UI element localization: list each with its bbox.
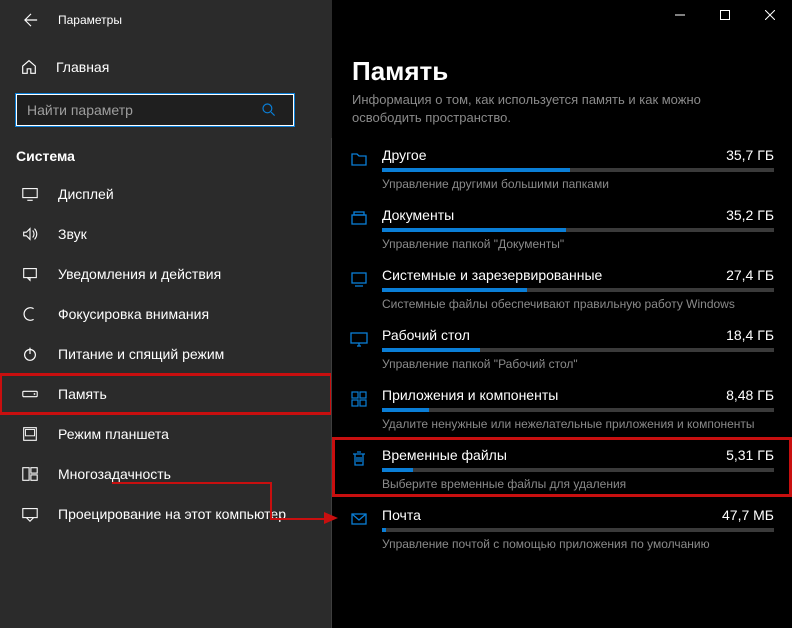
category-name: Почта — [382, 507, 421, 523]
sidebar-item-power[interactable]: Питание и спящий режим — [0, 334, 332, 374]
sidebar-item-label: Память — [58, 386, 107, 402]
focus-icon — [20, 305, 40, 323]
category-desc: Управление почтой с помощью приложения п… — [382, 537, 774, 551]
usage-bar — [382, 528, 774, 532]
back-button[interactable] — [24, 13, 44, 27]
display-icon — [20, 185, 40, 203]
sidebar-home[interactable]: Главная — [0, 50, 332, 84]
sidebar-item-projecting[interactable]: Проецирование на этот компьютер — [0, 494, 332, 534]
sidebar-item-label: Питание и спящий режим — [58, 346, 224, 362]
folder-icon — [346, 147, 372, 191]
search-icon — [261, 102, 293, 118]
category-size: 35,2 ГБ — [726, 207, 774, 223]
page-intro: Информация о том, как используется памят… — [332, 87, 792, 137]
category-name: Рабочий стол — [382, 327, 470, 343]
annotation-arrow — [270, 482, 272, 518]
documents-icon — [346, 207, 372, 251]
category-desc: Управление другими большими папками — [382, 177, 774, 191]
storage-category-desktop[interactable]: Рабочий стол 18,4 ГБ Управление папкой "Р… — [332, 317, 792, 377]
category-size: 27,4 ГБ — [726, 267, 774, 283]
sidebar-item-label: Уведомления и действия — [58, 266, 221, 282]
category-name: Временные файлы — [382, 447, 507, 463]
mail-icon — [346, 507, 372, 551]
category-name: Приложения и компоненты — [382, 387, 558, 403]
annotation-arrow — [112, 482, 272, 484]
titlebar: Параметры — [0, 0, 332, 40]
sidebar-item-label: Режим планшета — [58, 426, 169, 442]
sidebar-item-label: Дисплей — [58, 186, 114, 202]
search-input[interactable] — [17, 102, 261, 118]
category-size: 18,4 ГБ — [726, 327, 774, 343]
usage-bar — [382, 168, 774, 172]
notifications-icon — [20, 265, 40, 283]
content-pane: Память Информация о том, как используетс… — [332, 0, 792, 628]
category-desc: Выберите временные файлы для удаления — [382, 477, 774, 491]
sidebar-item-sound[interactable]: Звук — [0, 214, 332, 254]
sidebar-item-label: Многозадачность — [58, 466, 171, 482]
apps-icon — [346, 387, 372, 431]
desktop-icon — [346, 327, 372, 371]
sidebar-item-storage[interactable]: Память — [0, 374, 332, 414]
usage-bar — [382, 408, 774, 412]
storage-category-temp[interactable]: Временные файлы 5,31 ГБ Выберите временны… — [332, 437, 792, 497]
trash-icon — [346, 447, 372, 491]
category-size: 35,7 ГБ — [726, 147, 774, 163]
category-desc: Управление папкой "Рабочий стол" — [382, 357, 774, 371]
category-name: Системные и зарезервированные — [382, 267, 602, 283]
category-desc: Системные файлы обеспечивают правильную … — [382, 297, 774, 311]
category-desc: Управление папкой "Документы" — [382, 237, 774, 251]
maximize-button[interactable] — [702, 0, 747, 30]
sidebar-item-display[interactable]: Дисплей — [0, 174, 332, 214]
category-size: 8,48 ГБ — [726, 387, 774, 403]
window-controls — [657, 0, 792, 30]
minimize-button[interactable] — [657, 0, 702, 30]
sidebar-item-multitask[interactable]: Многозадачность — [0, 454, 332, 494]
power-icon — [20, 345, 40, 363]
sidebar-item-label: Фокусировка внимания — [58, 306, 209, 322]
sound-icon — [20, 225, 40, 243]
usage-bar — [382, 288, 774, 292]
sidebar-item-tablet[interactable]: Режим планшета — [0, 414, 332, 454]
sidebar-item-focus[interactable]: Фокусировка внимания — [0, 294, 332, 334]
storage-category-documents[interactable]: Документы 35,2 ГБ Управление папкой "Доку… — [332, 197, 792, 257]
home-icon — [20, 58, 40, 76]
usage-bar — [382, 228, 774, 232]
tablet-icon — [20, 425, 40, 443]
storage-icon — [20, 385, 40, 403]
annotation-arrow — [270, 518, 326, 520]
category-name: Документы — [382, 207, 454, 223]
sidebar-home-label: Главная — [56, 59, 109, 75]
storage-category-other[interactable]: Другое 35,7 ГБ Управление другими большим… — [332, 137, 792, 197]
storage-category-system[interactable]: Системные и зарезервированные 27,4 ГБ Сис… — [332, 257, 792, 317]
search-box[interactable] — [16, 94, 294, 126]
storage-category-mail[interactable]: Почта 47,7 МБ Управление почтой с помощью… — [332, 497, 792, 557]
annotation-arrow-head — [324, 512, 338, 524]
sidebar-item-notifications[interactable]: Уведомления и действия — [0, 254, 332, 294]
window-title: Параметры — [58, 13, 122, 27]
category-name: Другое — [382, 147, 426, 163]
sidebar-item-label: Проецирование на этот компьютер — [58, 506, 286, 522]
multitask-icon — [20, 465, 40, 483]
close-button[interactable] — [747, 0, 792, 30]
sidebar-section-label: Система — [0, 130, 332, 174]
sidebar: Параметры Главная Система Дисплей Звук У… — [0, 0, 332, 628]
sidebar-item-label: Звук — [58, 226, 87, 242]
usage-bar — [382, 348, 774, 352]
usage-bar — [382, 468, 774, 472]
storage-category-apps[interactable]: Приложения и компоненты 8,48 ГБ Удалите н… — [332, 377, 792, 437]
projecting-icon — [20, 505, 40, 523]
category-desc: Удалите ненужные или нежелательные прило… — [382, 417, 774, 431]
category-size: 5,31 ГБ — [726, 447, 774, 463]
system-icon — [346, 267, 372, 311]
category-size: 47,7 МБ — [722, 507, 774, 523]
